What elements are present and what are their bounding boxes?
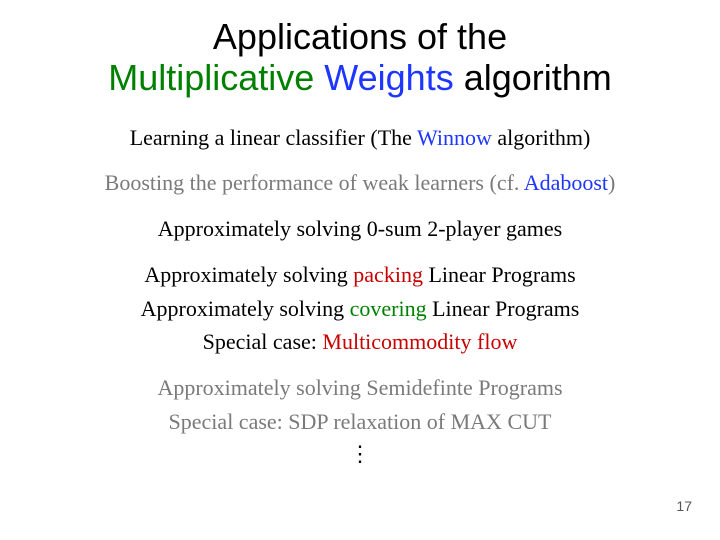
title-word-multiplicative: Multiplicative <box>108 57 314 98</box>
title-line1: Applications of the <box>213 16 507 57</box>
bullet-zero-sum-games: Approximately solving 0-sum 2-player gam… <box>0 214 720 244</box>
bullet-sdp-maxcut: Special case: SDP relaxation of MAX CUT <box>0 407 720 437</box>
bullet-adaboost: Boosting the performance of weak learner… <box>0 168 720 198</box>
slide: Applications of the Multiplicative Weigh… <box>0 0 720 540</box>
vertical-ellipsis-icon: ⋮ <box>0 450 720 459</box>
title-word-algorithm: algorithm <box>464 57 612 98</box>
winnow-term: Winnow <box>417 125 492 150</box>
page-number: 17 <box>676 498 692 514</box>
covering-term: covering <box>350 296 427 321</box>
bullet-covering-lp: Approximately solving covering Linear Pr… <box>0 294 720 324</box>
bullet-multicommodity: Special case: Multicommodity flow <box>0 327 720 357</box>
sdp-maxcut-term: SDP relaxation of MAX CUT <box>288 409 551 434</box>
adaboost-term: Adaboost <box>524 170 608 195</box>
bullet-packing-lp: Approximately solving packing Linear Pro… <box>0 260 720 290</box>
bullet-winnow: Learning a linear classifier (The Winnow… <box>0 123 720 153</box>
slide-title: Applications of the Multiplicative Weigh… <box>0 0 720 99</box>
bullet-sdp: Approximately solving Semidefinte Progra… <box>0 373 720 403</box>
title-word-weights: Weights <box>324 57 453 98</box>
multicommodity-term: Multicommodity flow <box>322 329 517 354</box>
packing-term: packing <box>353 262 423 287</box>
